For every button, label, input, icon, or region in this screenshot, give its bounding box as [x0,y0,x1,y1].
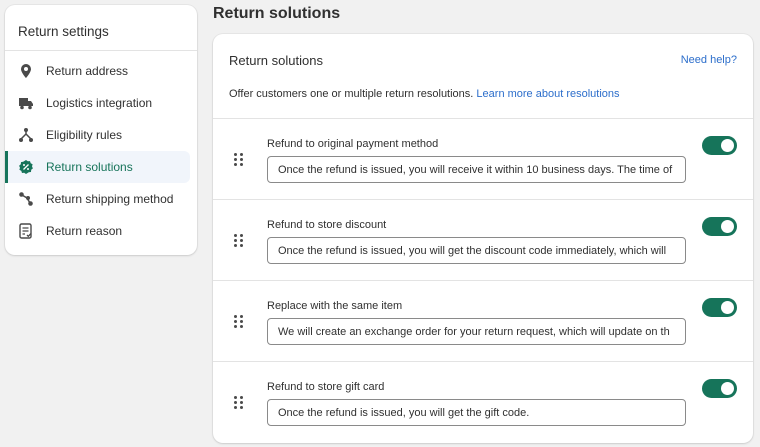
sidebar-item-label: Return solutions [46,160,133,174]
solution-row-store-discount: Refund to store discount [213,200,753,281]
toggle-knob [721,139,734,152]
toggle-knob [721,301,734,314]
sidebar-title: Return settings [5,5,197,51]
sidebar-item-label: Return shipping method [46,192,174,206]
return-solutions-card: Return solutions Need help? Offer custom… [213,34,753,443]
card-description: Offer customers one or multiple return r… [229,88,620,100]
description-text: Offer customers one or multiple return r… [229,88,474,100]
need-help-link[interactable]: Need help? [681,54,737,66]
solution-label: Refund to store discount [267,219,387,231]
shipping-route-icon [17,190,35,208]
solution-toggle[interactable] [702,217,737,236]
sidebar-item-label: Eligibility rules [46,128,123,142]
sidebar-item-return-solutions[interactable]: Return solutions [5,151,190,183]
solution-label: Refund to original payment method [267,138,439,150]
solution-toggle[interactable] [702,136,737,155]
solution-row-replace-item: Replace with the same item [213,281,753,362]
toggle-knob [721,220,734,233]
truck-icon [17,94,35,112]
drag-handle-icon[interactable] [234,396,246,410]
solution-message-input[interactable] [267,156,686,183]
discount-badge-icon [17,158,35,176]
location-pin-icon [17,62,35,80]
sidebar-item-return-reason[interactable]: Return reason [5,215,190,247]
sidebar-item-return-shipping-method[interactable]: Return shipping method [5,183,190,215]
solution-toggle[interactable] [702,379,737,398]
toggle-knob [721,382,734,395]
learn-more-link[interactable]: Learn more about resolutions [476,88,619,100]
solution-message-input[interactable] [267,399,686,426]
sidebar-item-return-address[interactable]: Return address [5,55,190,87]
network-icon [17,126,35,144]
sidebar-item-eligibility-rules[interactable]: Eligibility rules [5,119,190,151]
sidebar-item-label: Logistics integration [46,96,153,110]
card-title: Return solutions [229,53,323,68]
solution-message-input[interactable] [267,237,686,264]
sidebar-item-logistics-integration[interactable]: Logistics integration [5,87,190,119]
solution-toggle[interactable] [702,298,737,317]
settings-sidebar: Return settings Return address Logistics… [5,5,197,255]
drag-handle-icon[interactable] [234,315,246,329]
solution-row-original-payment: Refund to original payment method [213,119,753,200]
solution-row-gift-card: Refund to store gift card [213,362,753,443]
checklist-icon [17,222,35,240]
card-header: Return solutions Need help? Offer custom… [213,34,753,119]
sidebar-list: Return address Logistics integration Eli… [5,51,197,247]
drag-handle-icon[interactable] [234,153,246,167]
solution-label: Replace with the same item [267,300,403,312]
solution-label: Refund to store gift card [267,381,385,393]
sidebar-item-label: Return address [46,64,129,78]
sidebar-item-label: Return reason [46,224,123,238]
solution-message-input[interactable] [267,318,686,345]
drag-handle-icon[interactable] [234,234,246,248]
page-title: Return solutions [213,5,341,22]
